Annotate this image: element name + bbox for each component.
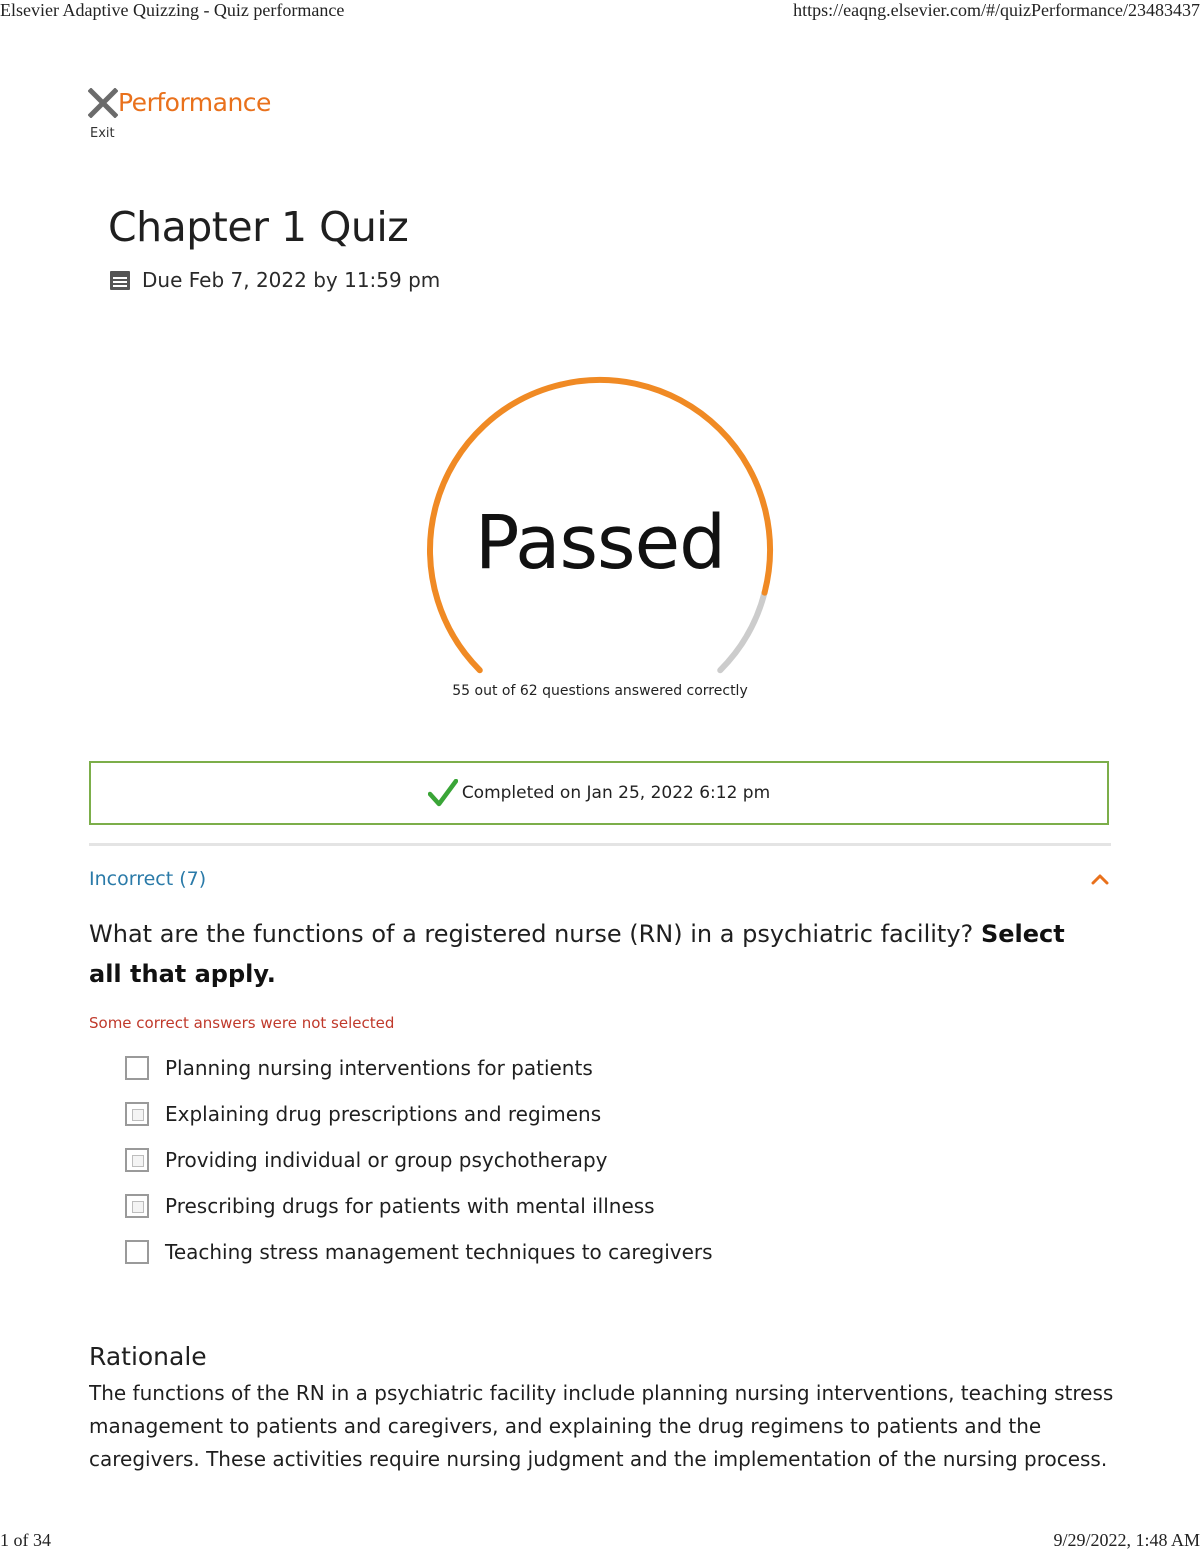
chevron-up-icon xyxy=(1091,874,1109,885)
rationale-text: The functions of the RN in a psychiatric… xyxy=(89,1381,1114,1471)
close-x-icon xyxy=(88,88,118,118)
answer-label: Teaching stress management techniques to… xyxy=(165,1240,713,1264)
print-header-url: https://eaqng.elsevier.com/#/quizPerform… xyxy=(793,0,1200,20)
print-datetime: 9/29/2022, 1:48 AM xyxy=(1053,1530,1200,1550)
divider xyxy=(89,843,1111,846)
incorrect-section-label: Incorrect (7) xyxy=(89,868,207,890)
rationale-heading: Rationale xyxy=(89,1342,207,1371)
result-status: Passed xyxy=(474,500,726,586)
score-summary: 55 out of 62 questions answered correctl… xyxy=(452,683,748,699)
answer-label: Prescribing drugs for patients with ment… xyxy=(165,1194,655,1218)
exit-label: Exit xyxy=(90,126,115,141)
answer-label: Planning nursing interventions for patie… xyxy=(165,1056,593,1080)
checkmark-icon xyxy=(427,779,458,807)
due-date-row: Due Feb 7, 2022 by 11:59 pm xyxy=(108,268,440,292)
page-number: 1 of 34 xyxy=(0,1530,51,1550)
answer-checkbox[interactable] xyxy=(125,1056,149,1080)
answer-option[interactable]: Explaining drug prescriptions and regime… xyxy=(125,1091,713,1137)
print-footer: 1 of 34 9/29/2022, 1:48 AM xyxy=(0,1530,1200,1551)
print-header-title: Elsevier Adaptive Quizzing - Quiz perfor… xyxy=(0,0,345,20)
answer-list: Planning nursing interventions for patie… xyxy=(125,1045,713,1275)
score-gauge: Passed xyxy=(420,372,780,692)
answer-checkbox[interactable] xyxy=(125,1194,149,1218)
page-title: Performance xyxy=(118,88,271,117)
question-stem: What are the functions of a registered n… xyxy=(89,920,974,948)
answer-label: Explaining drug prescriptions and regime… xyxy=(165,1102,602,1126)
answer-option[interactable]: Prescribing drugs for patients with ment… xyxy=(125,1183,713,1229)
answer-label: Providing individual or group psychother… xyxy=(165,1148,608,1172)
completed-banner: Completed on Jan 25, 2022 6:12 pm xyxy=(89,761,1109,825)
answer-option[interactable]: Planning nursing interventions for patie… xyxy=(125,1045,713,1091)
answer-option[interactable]: Teaching stress management techniques to… xyxy=(125,1229,713,1275)
answer-checkbox[interactable] xyxy=(125,1102,149,1126)
calendar-icon xyxy=(110,271,130,290)
answer-option[interactable]: Providing individual or group psychother… xyxy=(125,1137,713,1183)
quiz-title: Chapter 1 Quiz xyxy=(108,203,409,251)
answer-checkbox[interactable] xyxy=(125,1240,149,1264)
due-date: Due Feb 7, 2022 by 11:59 pm xyxy=(142,268,441,292)
question-text: What are the functions of a registered n… xyxy=(89,914,1089,994)
completed-text: Completed on Jan 25, 2022 6:12 pm xyxy=(461,783,771,803)
incorrect-section-toggle[interactable]: Incorrect (7) xyxy=(89,868,1111,894)
print-header: Elsevier Adaptive Quizzing - Quiz perfor… xyxy=(0,0,1200,21)
answer-feedback: Some correct answers were not selected xyxy=(89,1014,395,1032)
answer-checkbox[interactable] xyxy=(125,1148,149,1172)
gauge-remaining-arc xyxy=(717,589,768,674)
